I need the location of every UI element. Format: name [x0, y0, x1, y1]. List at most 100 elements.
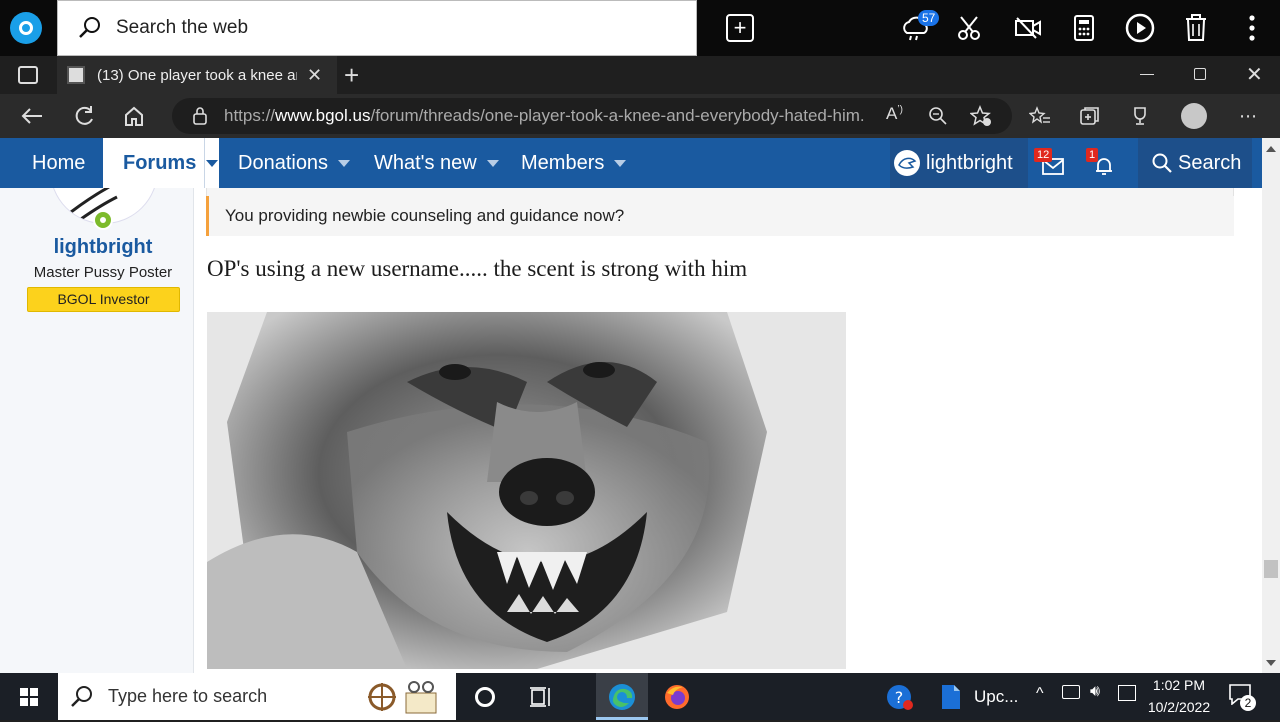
search-icon — [71, 685, 92, 707]
profile-button[interactable] — [1176, 98, 1212, 134]
quote-body: You providing newbie counseling and guid… — [206, 196, 1234, 236]
lock-icon — [193, 107, 207, 125]
play-circle-icon — [1125, 13, 1155, 43]
svg-text:?: ? — [895, 688, 904, 707]
delete-button[interactable] — [1178, 10, 1214, 46]
nav-donations[interactable]: Donations — [238, 138, 351, 188]
weather-badge: 57 — [918, 10, 940, 26]
inbox-count-badge: 12 — [1034, 148, 1053, 162]
page-scrollbar[interactable] — [1262, 138, 1280, 673]
meet-now-icon[interactable] — [1062, 685, 1080, 699]
cortana-taskbar-button[interactable] — [462, 677, 508, 717]
cut-button[interactable] — [952, 10, 988, 46]
author-title: Master Pussy Poster — [33, 264, 173, 281]
firefox-taskbar-button[interactable] — [654, 677, 700, 717]
clock[interactable]: 1:02 PM 10/2/2022 — [1146, 677, 1212, 715]
start-button[interactable] — [6, 677, 52, 717]
refresh-button[interactable] — [66, 98, 102, 134]
search-icon — [79, 17, 100, 38]
document-taskbar-button[interactable]: Upc... — [930, 677, 1020, 717]
minimize-button[interactable] — [1140, 74, 1154, 75]
nav-whats-new[interactable]: What's new — [374, 138, 499, 188]
vertical-dots-icon — [1249, 15, 1255, 41]
calculator-button[interactable] — [1066, 10, 1102, 46]
play-button[interactable] — [1122, 10, 1158, 46]
camera-off-button[interactable] — [1010, 10, 1046, 46]
taskbar-search-placeholder: Type here to search — [108, 686, 268, 706]
task-view-button[interactable] — [518, 677, 564, 717]
rewards-button[interactable] — [1122, 98, 1158, 134]
windows-logo-icon — [20, 688, 38, 706]
nav-members[interactable]: Members — [521, 138, 627, 188]
trash-icon — [1186, 14, 1206, 41]
add-favorite-icon[interactable] — [970, 105, 992, 127]
settings-more-button[interactable]: ⋯ — [1230, 98, 1266, 134]
read-aloud-icon[interactable]: Aʼ) — [886, 104, 903, 124]
new-tab-button[interactable]: + — [344, 60, 359, 91]
show-hidden-icons-button[interactable]: ^ — [1036, 685, 1044, 703]
alerts-button[interactable]: 1 — [1086, 148, 1116, 176]
author-username[interactable]: lightbright — [0, 236, 206, 259]
notification-count-badge: 2 — [1240, 695, 1256, 711]
restore-button[interactable] — [1194, 68, 1206, 80]
cortana-icon — [19, 21, 33, 35]
calculator-icon — [1074, 15, 1094, 41]
top-search-bar: Search the web + 57 — [0, 0, 1280, 56]
favorites-list-icon — [1029, 106, 1050, 124]
plus-icon: + — [726, 14, 754, 42]
network-icon[interactable] — [1118, 685, 1136, 701]
notification-center-button[interactable]: 2 — [1228, 683, 1256, 711]
url-field[interactable]: https://www.bgol.us/forum/threads/one-pl… — [172, 98, 1012, 134]
browser-tab-bar: (13) One player took a knee and ✕ + ✕ — [0, 56, 1280, 94]
post-body-text: OP's using a new username..... the scent… — [207, 256, 748, 281]
nav-home[interactable]: Home — [32, 138, 85, 188]
collections-button[interactable] — [1072, 98, 1108, 134]
edge-taskbar-button[interactable] — [596, 673, 648, 720]
help-icon: ? — [887, 685, 913, 710]
scroll-thumb[interactable] — [1264, 560, 1278, 578]
chevron-down-icon — [614, 159, 627, 167]
refresh-icon — [75, 106, 93, 125]
tab-actions-button[interactable] — [18, 66, 38, 84]
forums-dropdown[interactable] — [204, 138, 219, 188]
avatar — [1181, 103, 1207, 129]
taskbar-search-box[interactable]: Type here to search — [58, 673, 456, 720]
cortana-button[interactable] — [10, 12, 42, 44]
forum-nav: Home Forums Donations What's new Members… — [0, 138, 1262, 188]
inbox-button[interactable]: 12 — [1034, 148, 1066, 176]
scroll-up-arrow[interactable] — [1266, 146, 1276, 152]
author-banner: BGOL Investor — [27, 287, 180, 312]
help-taskbar-button[interactable]: ? — [876, 677, 922, 717]
collections-icon — [1080, 107, 1099, 125]
web-search-box[interactable]: Search the web — [57, 0, 697, 56]
nav-username: lightbright — [926, 151, 1013, 174]
favorites-button[interactable] — [1022, 98, 1058, 134]
url-text: https://www.bgol.us/forum/threads/one-pl… — [224, 106, 864, 125]
tab-close-icon[interactable]: ✕ — [307, 65, 322, 86]
clock-time: 1:02 PM — [1152, 677, 1206, 693]
back-button[interactable] — [14, 98, 50, 134]
nav-user-account[interactable]: lightbright — [890, 138, 1028, 188]
scroll-down-arrow[interactable] — [1266, 660, 1276, 666]
alerts-count-badge: 1 — [1086, 148, 1099, 162]
browser-tab[interactable]: (13) One player took a knee and ✕ — [57, 56, 337, 94]
nav-search-button[interactable]: Search — [1138, 138, 1252, 188]
more-options-button[interactable] — [1234, 10, 1270, 46]
windows-taskbar: Type here to search ? Upc... ^ 🔊︎ 1:02 P… — [0, 673, 1280, 720]
new-button[interactable]: + — [722, 10, 758, 46]
volume-icon[interactable]: 🔊︎ — [1090, 683, 1100, 701]
clock-date: 10/2/2022 — [1147, 699, 1211, 715]
home-button[interactable] — [116, 98, 152, 134]
scissors-icon — [958, 16, 980, 40]
edge-browser-icon — [609, 683, 635, 710]
quote-text: You providing newbie counseling and guid… — [225, 206, 625, 225]
nav-forums[interactable]: Forums — [103, 138, 219, 188]
web-search-placeholder: Search the web — [116, 17, 249, 38]
site-favicon — [67, 66, 85, 84]
window-close-button[interactable]: ✕ — [1246, 62, 1263, 87]
zoom-icon[interactable] — [928, 106, 948, 126]
camera-off-icon — [1015, 17, 1041, 39]
task-view-icon — [530, 687, 550, 707]
post-image-wolf[interactable] — [207, 312, 846, 669]
tab-title: (13) One player took a knee and — [97, 66, 297, 84]
